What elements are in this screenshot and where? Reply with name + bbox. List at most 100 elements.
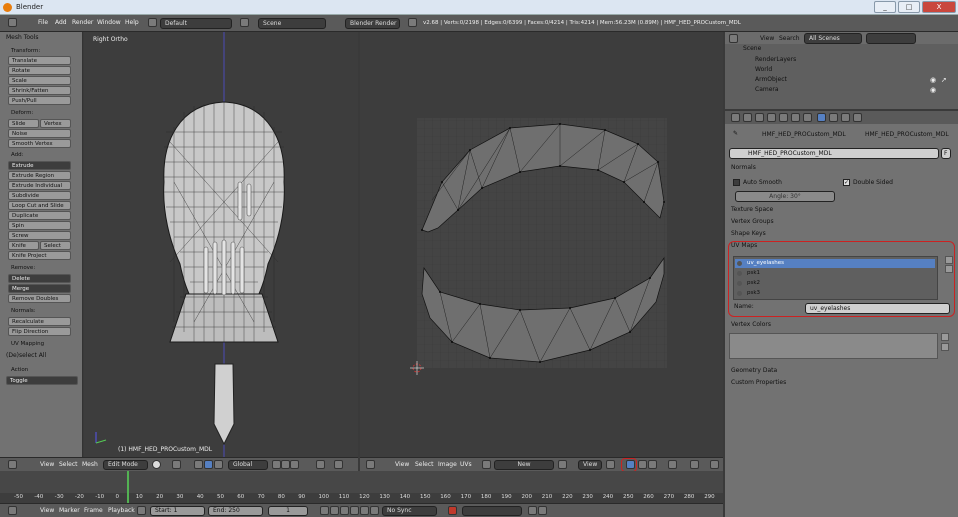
- pin-icon[interactable]: ✎: [733, 130, 738, 137]
- render-engine-selector[interactable]: Blender Render: [345, 18, 400, 29]
- uv-view-mode[interactable]: View: [578, 460, 602, 470]
- texture-tab-icon[interactable]: [841, 113, 850, 122]
- delete-keyframe-icon[interactable]: [538, 506, 547, 515]
- scale-button[interactable]: Scale: [8, 76, 71, 85]
- visibility-eye-icon[interactable]: ◉: [930, 76, 936, 84]
- shrink-fatten-button[interactable]: Shrink/Fatten: [8, 86, 71, 95]
- translate-button[interactable]: Translate: [8, 56, 71, 65]
- material-tab-icon[interactable]: [829, 113, 838, 122]
- menu-help[interactable]: Help: [125, 19, 139, 26]
- uv-menu-image[interactable]: Image: [438, 461, 457, 468]
- auto-smooth-checkbox[interactable]: [733, 179, 740, 186]
- particles-tab-icon[interactable]: [853, 113, 862, 122]
- uv-proportional-icon[interactable]: [668, 460, 677, 469]
- uv-select-mode-icon[interactable]: [638, 460, 647, 469]
- extrude-region-button[interactable]: Extrude Region: [8, 171, 71, 180]
- outliner-menu-view[interactable]: View: [760, 35, 774, 42]
- uv-map-item-2[interactable]: psk2: [735, 279, 935, 288]
- uv-channels-icon[interactable]: [710, 460, 719, 469]
- uv-snap-icon[interactable]: [690, 460, 699, 469]
- rotate-button[interactable]: Rotate: [8, 66, 71, 75]
- new-image-button[interactable]: New: [494, 460, 554, 470]
- timeline[interactable]: -50 -40 -30 -20 -10 0 10 20 30 40 50 60 70 80 90 100 110…: [0, 471, 723, 503]
- remove-doubles-button[interactable]: Remove Doubles: [8, 294, 71, 303]
- timeline-menu-frame[interactable]: Frame: [84, 507, 103, 514]
- flip-direction-button[interactable]: Flip Direction: [8, 327, 71, 336]
- uv-sticky-mode-icon[interactable]: [648, 460, 657, 469]
- normals-panel-header[interactable]: Normals: [731, 164, 756, 171]
- deselect-all-title[interactable]: (De)select All: [6, 352, 46, 359]
- mesh-tools-title[interactable]: Mesh Tools: [6, 34, 38, 41]
- world-tab-icon[interactable]: [755, 113, 764, 122]
- action-dropdown[interactable]: Toggle: [6, 376, 78, 385]
- snap-icon[interactable]: [334, 460, 343, 469]
- delete-dropdown[interactable]: Delete: [8, 274, 71, 283]
- vertex-select-icon[interactable]: [272, 460, 281, 469]
- vertex-color-add-button[interactable]: [941, 333, 949, 341]
- scene-selector[interactable]: Scene: [258, 18, 326, 29]
- 3d-menu-mesh[interactable]: Mesh: [82, 461, 98, 468]
- constraints-tab-icon[interactable]: [779, 113, 788, 122]
- geometry-data-panel[interactable]: Geometry Data: [731, 367, 777, 374]
- render-tab-icon[interactable]: [731, 113, 740, 122]
- outliner-renderlayers[interactable]: RenderLayers: [755, 56, 796, 63]
- angle-field[interactable]: Angle: 30°: [735, 191, 835, 202]
- menu-file[interactable]: File: [38, 19, 48, 26]
- edge-select-icon[interactable]: [281, 460, 290, 469]
- knife-select-button[interactable]: Select: [40, 241, 71, 250]
- sync-mode-selector[interactable]: No Sync: [382, 506, 437, 516]
- outliner-world[interactable]: World: [755, 66, 772, 73]
- close-button[interactable]: X: [922, 1, 956, 13]
- pivot-point-icon[interactable]: [172, 460, 181, 469]
- outliner-editor-type-icon[interactable]: [729, 34, 738, 43]
- timeline-menu-playback[interactable]: Playback: [108, 507, 135, 514]
- scene-tab-icon[interactable]: [743, 113, 752, 122]
- outliner-search-field[interactable]: [866, 33, 916, 44]
- face-select-icon[interactable]: [290, 460, 299, 469]
- keying-set-field[interactable]: [462, 506, 522, 516]
- texture-space-panel[interactable]: Texture Space: [731, 206, 773, 213]
- slide-edge-button[interactable]: Slide Edge: [8, 119, 39, 135]
- merge-dropdown[interactable]: Merge: [8, 284, 71, 293]
- subdivide-button[interactable]: Subdivide: [8, 191, 71, 200]
- outliner-scope-selector[interactable]: All Scenes: [804, 33, 862, 44]
- smooth-vertex-button[interactable]: Smooth Vertex: [8, 139, 71, 148]
- next-keyframe-icon[interactable]: [360, 506, 369, 515]
- selectability-arrow-icon[interactable]: ➚: [941, 76, 947, 84]
- spin-button[interactable]: Spin: [8, 221, 71, 230]
- custom-properties-panel[interactable]: Custom Properties: [731, 379, 786, 386]
- uv-menu-uvs[interactable]: UVs: [460, 461, 472, 468]
- object-tab-icon[interactable]: [767, 113, 776, 122]
- play-icon[interactable]: [350, 506, 359, 515]
- extrude-dropdown[interactable]: Extrude: [8, 161, 71, 170]
- menu-add[interactable]: Add: [55, 19, 67, 26]
- jump-start-icon[interactable]: [320, 506, 329, 515]
- vertex-color-remove-button[interactable]: [941, 343, 949, 351]
- minimize-button[interactable]: _: [874, 1, 896, 13]
- outliner-camera[interactable]: Camera: [755, 86, 779, 93]
- image-browse-icon[interactable]: [482, 460, 491, 469]
- outliner-scene[interactable]: Scene: [743, 45, 761, 52]
- uv-map-item-0[interactable]: uv_eyelashes: [735, 259, 935, 268]
- knife-project-button[interactable]: Knife Project: [8, 251, 71, 260]
- timeline-editor-type-icon[interactable]: [8, 506, 17, 515]
- mesh-name-field[interactable]: HMF_HED_PROCustom_MDL: [729, 148, 939, 159]
- play-reverse-icon[interactable]: [340, 506, 349, 515]
- transform-orientation[interactable]: Global: [228, 460, 268, 470]
- end-frame-field[interactable]: End: 250: [208, 506, 263, 516]
- outliner-armobject[interactable]: ArmObject: [755, 76, 787, 83]
- viewport-shading-icon[interactable]: [152, 460, 161, 469]
- uv-pivot-icon[interactable]: [606, 460, 615, 469]
- push-pull-button[interactable]: Push/Pull: [8, 96, 71, 105]
- proportional-edit-icon[interactable]: [316, 460, 325, 469]
- vertex-slide-button[interactable]: Vertex: [40, 119, 71, 128]
- current-frame-field[interactable]: 1: [268, 506, 308, 516]
- 3d-viewport[interactable]: Right Ortho (1) HMF_HED_PROCustom_MDL: [84, 32, 358, 457]
- rotate-manipulator-icon[interactable]: [214, 460, 223, 469]
- uv-image-editor[interactable]: [360, 32, 723, 457]
- menu-render[interactable]: Render: [72, 19, 93, 26]
- mesh-data-tab-icon[interactable]: [817, 113, 826, 122]
- noise-button[interactable]: Noise: [8, 129, 71, 138]
- object-data-tab-icon[interactable]: [803, 113, 812, 122]
- mode-selector[interactable]: Edit Mode: [103, 460, 148, 470]
